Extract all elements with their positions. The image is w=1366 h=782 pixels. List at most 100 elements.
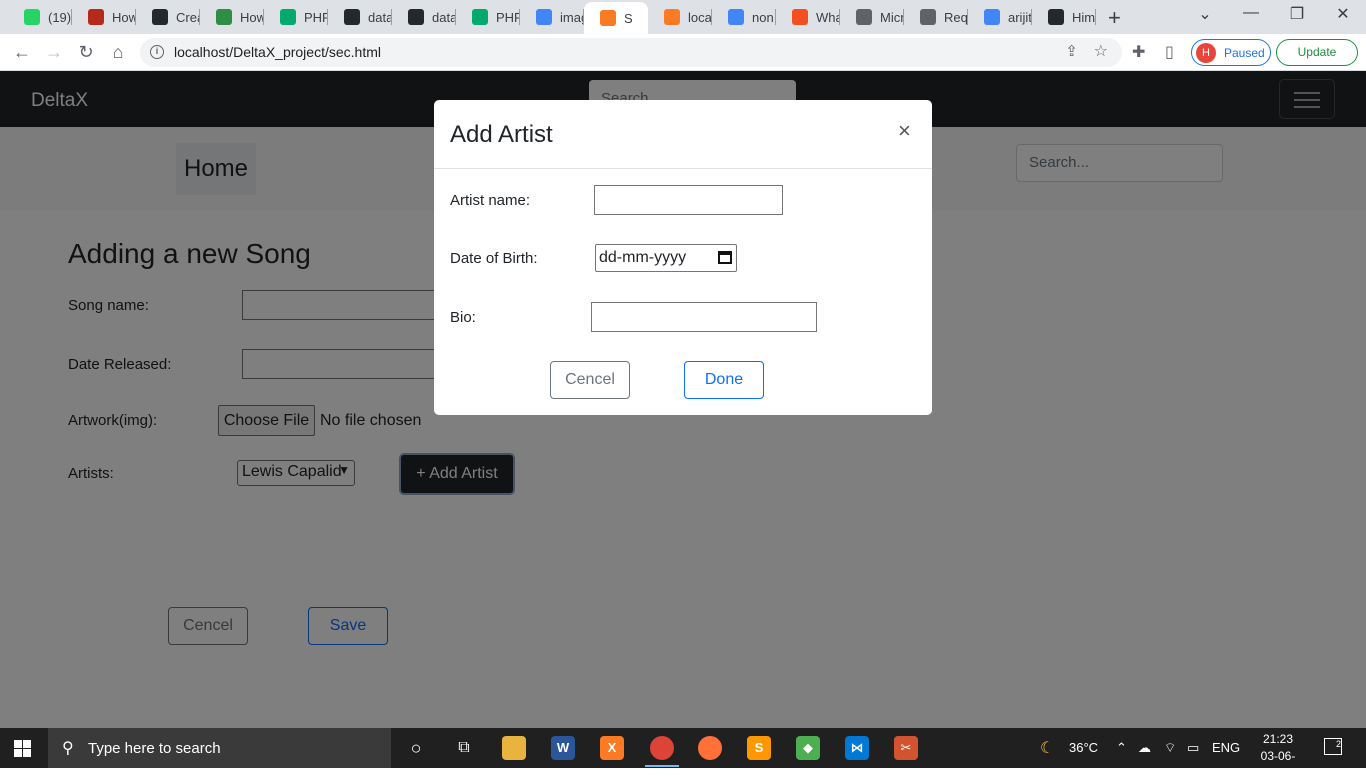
address-bar[interactable]: i localhost/DeltaX_project/sec.html ⇪ ☆ bbox=[140, 38, 1122, 67]
browser-tab[interactable]: How bbox=[200, 4, 264, 30]
windows-start-icon[interactable] bbox=[14, 740, 31, 757]
forward-icon[interactable]: → bbox=[42, 40, 66, 64]
share-icon[interactable]: ⇪ bbox=[1065, 42, 1078, 60]
clock-date: 03-06-2022 bbox=[1260, 749, 1296, 780]
system-clock[interactable]: 21:23 03-06-2022 bbox=[1248, 731, 1308, 782]
browser-tab[interactable]: local bbox=[648, 4, 712, 30]
browser-tab[interactable]: Requ bbox=[904, 4, 968, 30]
github-icon bbox=[152, 9, 168, 25]
browser-tab-label: data bbox=[368, 9, 392, 25]
whatsapp-icon bbox=[24, 9, 40, 25]
browser-tab[interactable]: non bbox=[712, 4, 776, 30]
reload-icon[interactable]: ↻ bbox=[74, 40, 98, 64]
chevron-up-icon[interactable]: ⌃ bbox=[1116, 740, 1127, 756]
xampp-icon bbox=[664, 9, 680, 25]
profile-status: Paused bbox=[1224, 46, 1265, 60]
update-button[interactable]: Update bbox=[1276, 39, 1358, 66]
file-explorer-icon[interactable] bbox=[502, 736, 526, 760]
word-icon[interactable]: W bbox=[551, 736, 575, 760]
firefox-icon[interactable] bbox=[698, 736, 722, 760]
cortana-icon[interactable]: ○ bbox=[404, 736, 428, 760]
chrome-icon[interactable] bbox=[650, 736, 674, 760]
browser-tab-label: data bbox=[432, 9, 456, 25]
bio-input[interactable] bbox=[591, 302, 817, 332]
browser-tab[interactable]: Crea bbox=[136, 4, 200, 30]
browser-tab-strip: (19) How Crea How PHP data data PHP imag Slocal no… bbox=[0, 0, 1366, 34]
snipping-tool-icon[interactable]: ✂ bbox=[894, 736, 918, 760]
new-tab-button[interactable]: + bbox=[1108, 5, 1121, 31]
taskbar-search-box[interactable]: ⚲ Type here to search bbox=[48, 728, 391, 768]
xampp-icon bbox=[600, 10, 616, 26]
browser-tab-label: PHP bbox=[496, 9, 520, 25]
browser-tab[interactable]: Him bbox=[1032, 4, 1096, 30]
chrome-active-indicator bbox=[645, 765, 679, 767]
dob-placeholder: dd-mm-yyyy bbox=[599, 249, 687, 266]
git-icon[interactable]: ◆ bbox=[796, 736, 820, 760]
browser-tab[interactable]: (19) bbox=[8, 4, 72, 30]
browser-tab-label: Requ bbox=[944, 9, 968, 25]
back-icon[interactable]: ← bbox=[10, 40, 34, 64]
browser-tab[interactable]: Micr bbox=[840, 4, 904, 30]
notification-center-icon[interactable]: 2 bbox=[1324, 738, 1342, 755]
sublime-text-icon[interactable]: S bbox=[747, 736, 771, 760]
maximize-button[interactable]: ❐ bbox=[1274, 4, 1320, 24]
tab-search-icon[interactable]: ⌄ bbox=[1182, 4, 1228, 24]
site-info-icon[interactable]: i bbox=[150, 45, 164, 59]
calendar-icon[interactable] bbox=[718, 251, 732, 264]
avatar: H bbox=[1196, 43, 1216, 63]
done-button[interactable]: Done bbox=[684, 361, 764, 399]
w3schools-icon bbox=[280, 9, 296, 25]
github-icon bbox=[1048, 9, 1064, 25]
bio-label: Bio: bbox=[450, 309, 476, 326]
dob-input[interactable]: dd-mm-yyyy bbox=[595, 244, 737, 272]
browser-tab-label: How bbox=[112, 9, 136, 25]
browser-tab-label: imag bbox=[560, 9, 584, 25]
browser-tab[interactable]: Wha bbox=[776, 4, 840, 30]
battery-icon[interactable]: ▭ bbox=[1187, 740, 1199, 756]
onedrive-icon[interactable]: ☁ bbox=[1138, 740, 1151, 756]
close-window-button[interactable]: ✕ bbox=[1320, 4, 1366, 24]
browser-tab-label: local bbox=[688, 9, 712, 25]
close-icon[interactable]: × bbox=[898, 118, 911, 144]
browser-tab[interactable]: PHP bbox=[264, 4, 328, 30]
google-icon bbox=[984, 9, 1000, 25]
task-view-icon[interactable]: ⧉ bbox=[452, 736, 476, 760]
browser-tab-label: (19) bbox=[48, 9, 72, 25]
search-icon: ⚲ bbox=[62, 740, 74, 757]
modal-title: Add Artist bbox=[450, 121, 553, 148]
artist-name-input[interactable] bbox=[594, 185, 783, 215]
browser-tab[interactable]: PHP bbox=[456, 4, 520, 30]
side-panel-icon[interactable]: ▯ bbox=[1165, 42, 1174, 62]
tab-separator bbox=[1095, 9, 1096, 25]
windows-taskbar: ⚲ Type here to search ○ ⧉ W X S ◆ ⋈ ✂ ☾ … bbox=[0, 728, 1366, 780]
home-icon[interactable]: ⌂ bbox=[106, 40, 130, 64]
extensions-icon[interactable]: ✚ bbox=[1132, 42, 1145, 62]
profile-button[interactable]: H Paused bbox=[1191, 39, 1271, 66]
github-icon bbox=[344, 9, 360, 25]
xampp-icon[interactable]: X bbox=[600, 736, 624, 760]
browser-tab-label: Wha bbox=[816, 9, 840, 25]
browser-tab[interactable]: arijit bbox=[968, 4, 1032, 30]
browser-tab[interactable]: data bbox=[392, 4, 456, 30]
browser-tab[interactable]: How bbox=[72, 4, 136, 30]
minimize-button[interactable]: — bbox=[1228, 4, 1274, 22]
globe-icon bbox=[920, 9, 936, 25]
vscode-icon[interactable]: ⋈ bbox=[845, 736, 869, 760]
google-icon bbox=[728, 9, 744, 25]
bookmark-star-icon[interactable]: ☆ bbox=[1094, 41, 1108, 61]
browser-tab[interactable]: S bbox=[584, 2, 648, 34]
browser-tab[interactable]: imag bbox=[520, 4, 584, 30]
taskbar-search-placeholder: Type here to search bbox=[88, 740, 221, 757]
w3schools-icon bbox=[472, 9, 488, 25]
wifi-icon[interactable]: ⌔ bbox=[1164, 740, 1176, 756]
microsoft-icon bbox=[792, 9, 808, 25]
browser-tab[interactable]: data bbox=[328, 4, 392, 30]
add-artist-modal: Add Artist × Artist name: Date of Birth:… bbox=[434, 100, 932, 415]
language-indicator[interactable]: ENG bbox=[1212, 740, 1240, 755]
temperature[interactable]: 36°C bbox=[1069, 740, 1098, 755]
weather-icon[interactable]: ☾ bbox=[1040, 738, 1054, 758]
browser-tab-label: Crea bbox=[176, 9, 200, 25]
browser-toolbar: ← → ↻ ⌂ i localhost/DeltaX_project/sec.h… bbox=[0, 34, 1366, 71]
modal-cancel-button[interactable]: Cencel bbox=[550, 361, 630, 399]
geeksforgeeks-icon bbox=[216, 9, 232, 25]
